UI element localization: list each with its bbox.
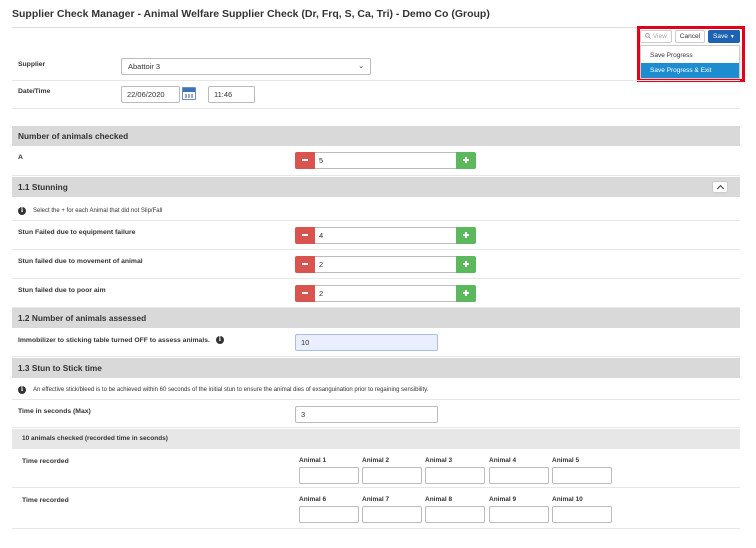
stun-aim-stepper: 2 [295,285,476,302]
section-animals-checked: Number of animals checked [12,126,740,146]
animal-time-input[interactable] [299,506,359,523]
animal-field: Animal 5 [552,457,613,484]
animals-checked-label: A [18,154,23,161]
animal-label: Animal 6 [299,496,327,503]
date-input[interactable]: 22/06/2020 [121,86,180,103]
section-animals-assessed: 1.2 Number of animals assessed [12,308,740,328]
calendar-icon[interactable] [182,87,196,100]
animal-field: Animal 2 [362,457,423,484]
animal-time-input[interactable] [299,467,359,484]
time-recorded-label: Time recorded [22,497,69,504]
animals-checked-stepper: 5 [295,152,476,169]
animal-time-input[interactable] [425,467,485,484]
stunning-info-row [12,197,740,221]
section-title: Number of animals checked [18,131,129,141]
minus-button[interactable] [295,152,315,169]
info-icon[interactable]: i [215,336,224,344]
animal-label: Animal 10 [552,496,583,503]
animal-time-input[interactable] [425,506,485,523]
animal-time-input[interactable] [489,506,549,523]
animal-label: Animal 7 [362,496,390,503]
collapse-button[interactable] [712,181,728,193]
animal-field: Animal 4 [489,457,550,484]
minus-button[interactable] [295,256,315,273]
stepper-value[interactable]: 2 [315,285,456,302]
animal-label: Animal 9 [489,496,517,503]
animal-label: Animal 3 [425,457,453,464]
subsection-title: 10 animals checked (recorded time in sec… [22,435,168,442]
plus-button[interactable] [456,152,476,169]
animal-field: Animal 3 [425,457,486,484]
supplier-label: Supplier [18,61,46,68]
animal-time-input[interactable] [552,467,612,484]
plus-button[interactable] [456,285,476,302]
animal-time-input[interactable] [489,467,549,484]
stun-row-label: Stun Failed due to equipment failure [18,229,136,236]
supplier-select-value: Abattoir 3 [128,62,161,71]
stun-movement-stepper: 2 [295,256,476,273]
assessed-input[interactable]: 10 [295,334,438,351]
page-header: Supplier Check Manager - Animal Welfare … [12,6,740,28]
section-title: 1.3 Stun to Stick time [18,363,102,373]
animal-field: Animal 7 [362,496,423,523]
page-title: Supplier Check Manager - Animal Welfare … [12,8,490,20]
section-stunning: 1.1 Stunning [12,177,740,197]
animal-label: Animal 5 [552,457,580,464]
stun-to-stick-info-row [12,378,740,400]
animal-field: Animal 6 [299,496,360,523]
stun-row-label: Stun failed due to poor aim [18,287,106,294]
subsection-animals-checked: 10 animals checked (recorded time in sec… [12,429,740,449]
stepper-value[interactable]: 4 [315,227,456,244]
animal-label: Animal 1 [299,457,327,464]
minus-button[interactable] [295,227,315,244]
time-max-input[interactable]: 3 [295,406,438,423]
stepper-value[interactable]: 5 [315,152,456,169]
animal-field: Animal 8 [425,496,486,523]
animal-time-input[interactable] [362,506,422,523]
section-stun-to-stick: 1.3 Stun to Stick time [12,358,740,378]
animal-time-input[interactable] [362,467,422,484]
minus-button[interactable] [295,285,315,302]
animal-time-input[interactable] [552,506,612,523]
chevron-down-icon: ⌄ [358,63,364,70]
animal-label: Animal 4 [489,457,517,464]
time-recorded-label: Time recorded [22,458,69,465]
time-max-label: Time in seconds (Max) [18,408,91,415]
supplier-select[interactable]: Abattoir 3 ⌄ [121,58,371,75]
time-input[interactable]: 11:46 [208,86,255,103]
animal-field: Animal 9 [489,496,550,523]
animal-label: Animal 8 [425,496,453,503]
stun-equipment-stepper: 4 [295,227,476,244]
section-title: 1.1 Stunning [18,182,68,192]
animal-field: Animal 10 [552,496,613,523]
stun-row-label: Stun failed due to movement of animal [18,258,143,265]
section-title: 1.2 Number of animals assessed [18,313,147,323]
animal-label: Animal 2 [362,457,390,464]
assessed-label: Immobilizer to sticking table turned OFF… [18,336,224,344]
plus-button[interactable] [456,227,476,244]
stepper-value[interactable]: 2 [315,256,456,273]
plus-button[interactable] [456,256,476,273]
animal-field: Animal 1 [299,457,360,484]
datetime-label: Date/Time [18,88,51,95]
